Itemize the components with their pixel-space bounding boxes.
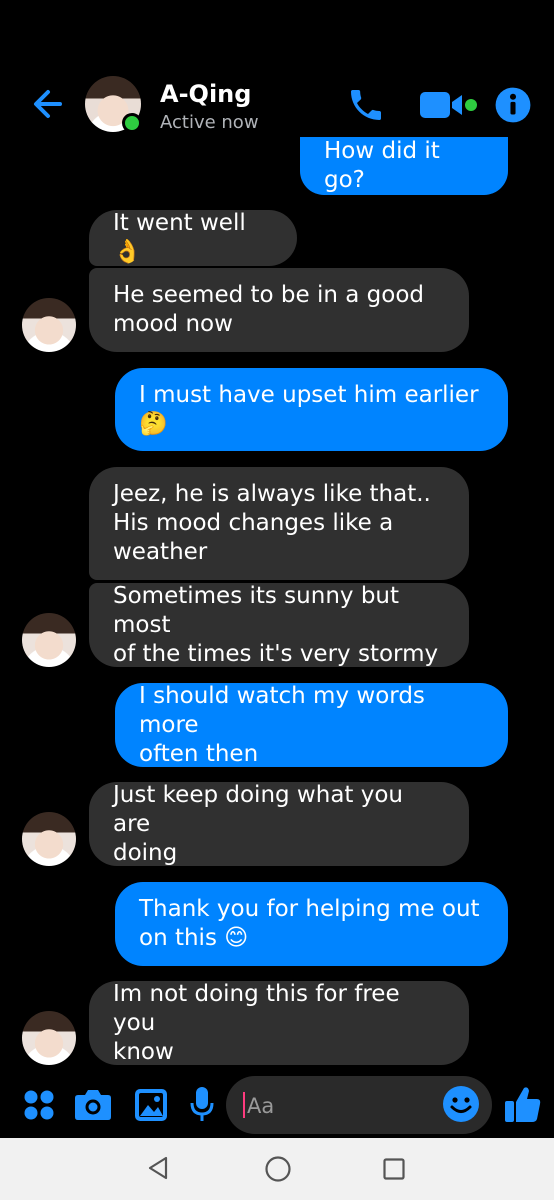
four-dots-icon[interactable] (22, 1088, 56, 1122)
microphone-icon[interactable] (190, 1085, 214, 1123)
nav-recents-icon[interactable] (382, 1157, 406, 1181)
text-cursor (243, 1092, 245, 1118)
sender-avatar[interactable] (22, 1011, 76, 1065)
image-icon[interactable] (133, 1087, 169, 1123)
back-arrow-icon[interactable] (30, 86, 66, 122)
message-incoming[interactable]: He seemed to be in a good mood now (89, 268, 469, 352)
message-input-placeholder: Aa (247, 1094, 275, 1118)
message-text: Thank you for helping me out on this 😊 (139, 896, 480, 951)
message-incoming[interactable]: It went well 👌 (89, 210, 297, 266)
emoji-icon[interactable] (442, 1085, 480, 1123)
message-text: Sometimes its sunny but most of the time… (113, 582, 439, 667)
message-outgoing[interactable]: How did it go? (300, 137, 508, 195)
message-text: How did it go? (324, 138, 440, 193)
message-outgoing[interactable]: Thank you for helping me out on this 😊 (115, 882, 508, 966)
message-text: It went well 👌 (113, 210, 246, 265)
message-text: Just keep doing what you are doing (113, 781, 404, 866)
message-text: Jeez, he is always like that.. His mood … (113, 481, 431, 565)
phone-icon[interactable] (346, 85, 386, 125)
contact-name[interactable]: A-Qing (160, 80, 251, 108)
message-text: Im not doing this for free you know (113, 980, 400, 1065)
video-camera-icon[interactable] (418, 88, 482, 122)
nav-home-icon[interactable] (264, 1155, 292, 1183)
sender-avatar[interactable] (22, 812, 76, 866)
message-outgoing[interactable]: I should watch my words more often then (115, 683, 508, 767)
message-incoming[interactable]: Jeez, he is always like that.. His mood … (89, 467, 469, 580)
message-text: I must have upset him earlier 🤔 (139, 381, 479, 437)
sender-avatar[interactable] (22, 298, 76, 352)
contact-avatar[interactable] (85, 76, 143, 134)
message-incoming[interactable]: Sometimes its sunny but most of the time… (89, 583, 469, 667)
message-outgoing[interactable]: I must have upset him earlier 🤔 (115, 368, 508, 451)
sender-avatar[interactable] (22, 613, 76, 667)
contact-status: Active now (160, 112, 259, 133)
message-incoming[interactable]: Just keep doing what you are doing (89, 782, 469, 866)
message-text: I should watch my words more often then (139, 682, 425, 767)
thumbs-up-icon[interactable] (504, 1084, 542, 1124)
message-text: He seemed to be in a good mood now (113, 282, 424, 337)
info-icon[interactable] (494, 86, 532, 124)
nav-back-icon[interactable] (145, 1155, 171, 1181)
message-incoming[interactable]: Im not doing this for free you know (89, 981, 469, 1065)
online-indicator (122, 113, 142, 133)
camera-icon[interactable] (74, 1087, 112, 1121)
chat-header (0, 0, 554, 150)
